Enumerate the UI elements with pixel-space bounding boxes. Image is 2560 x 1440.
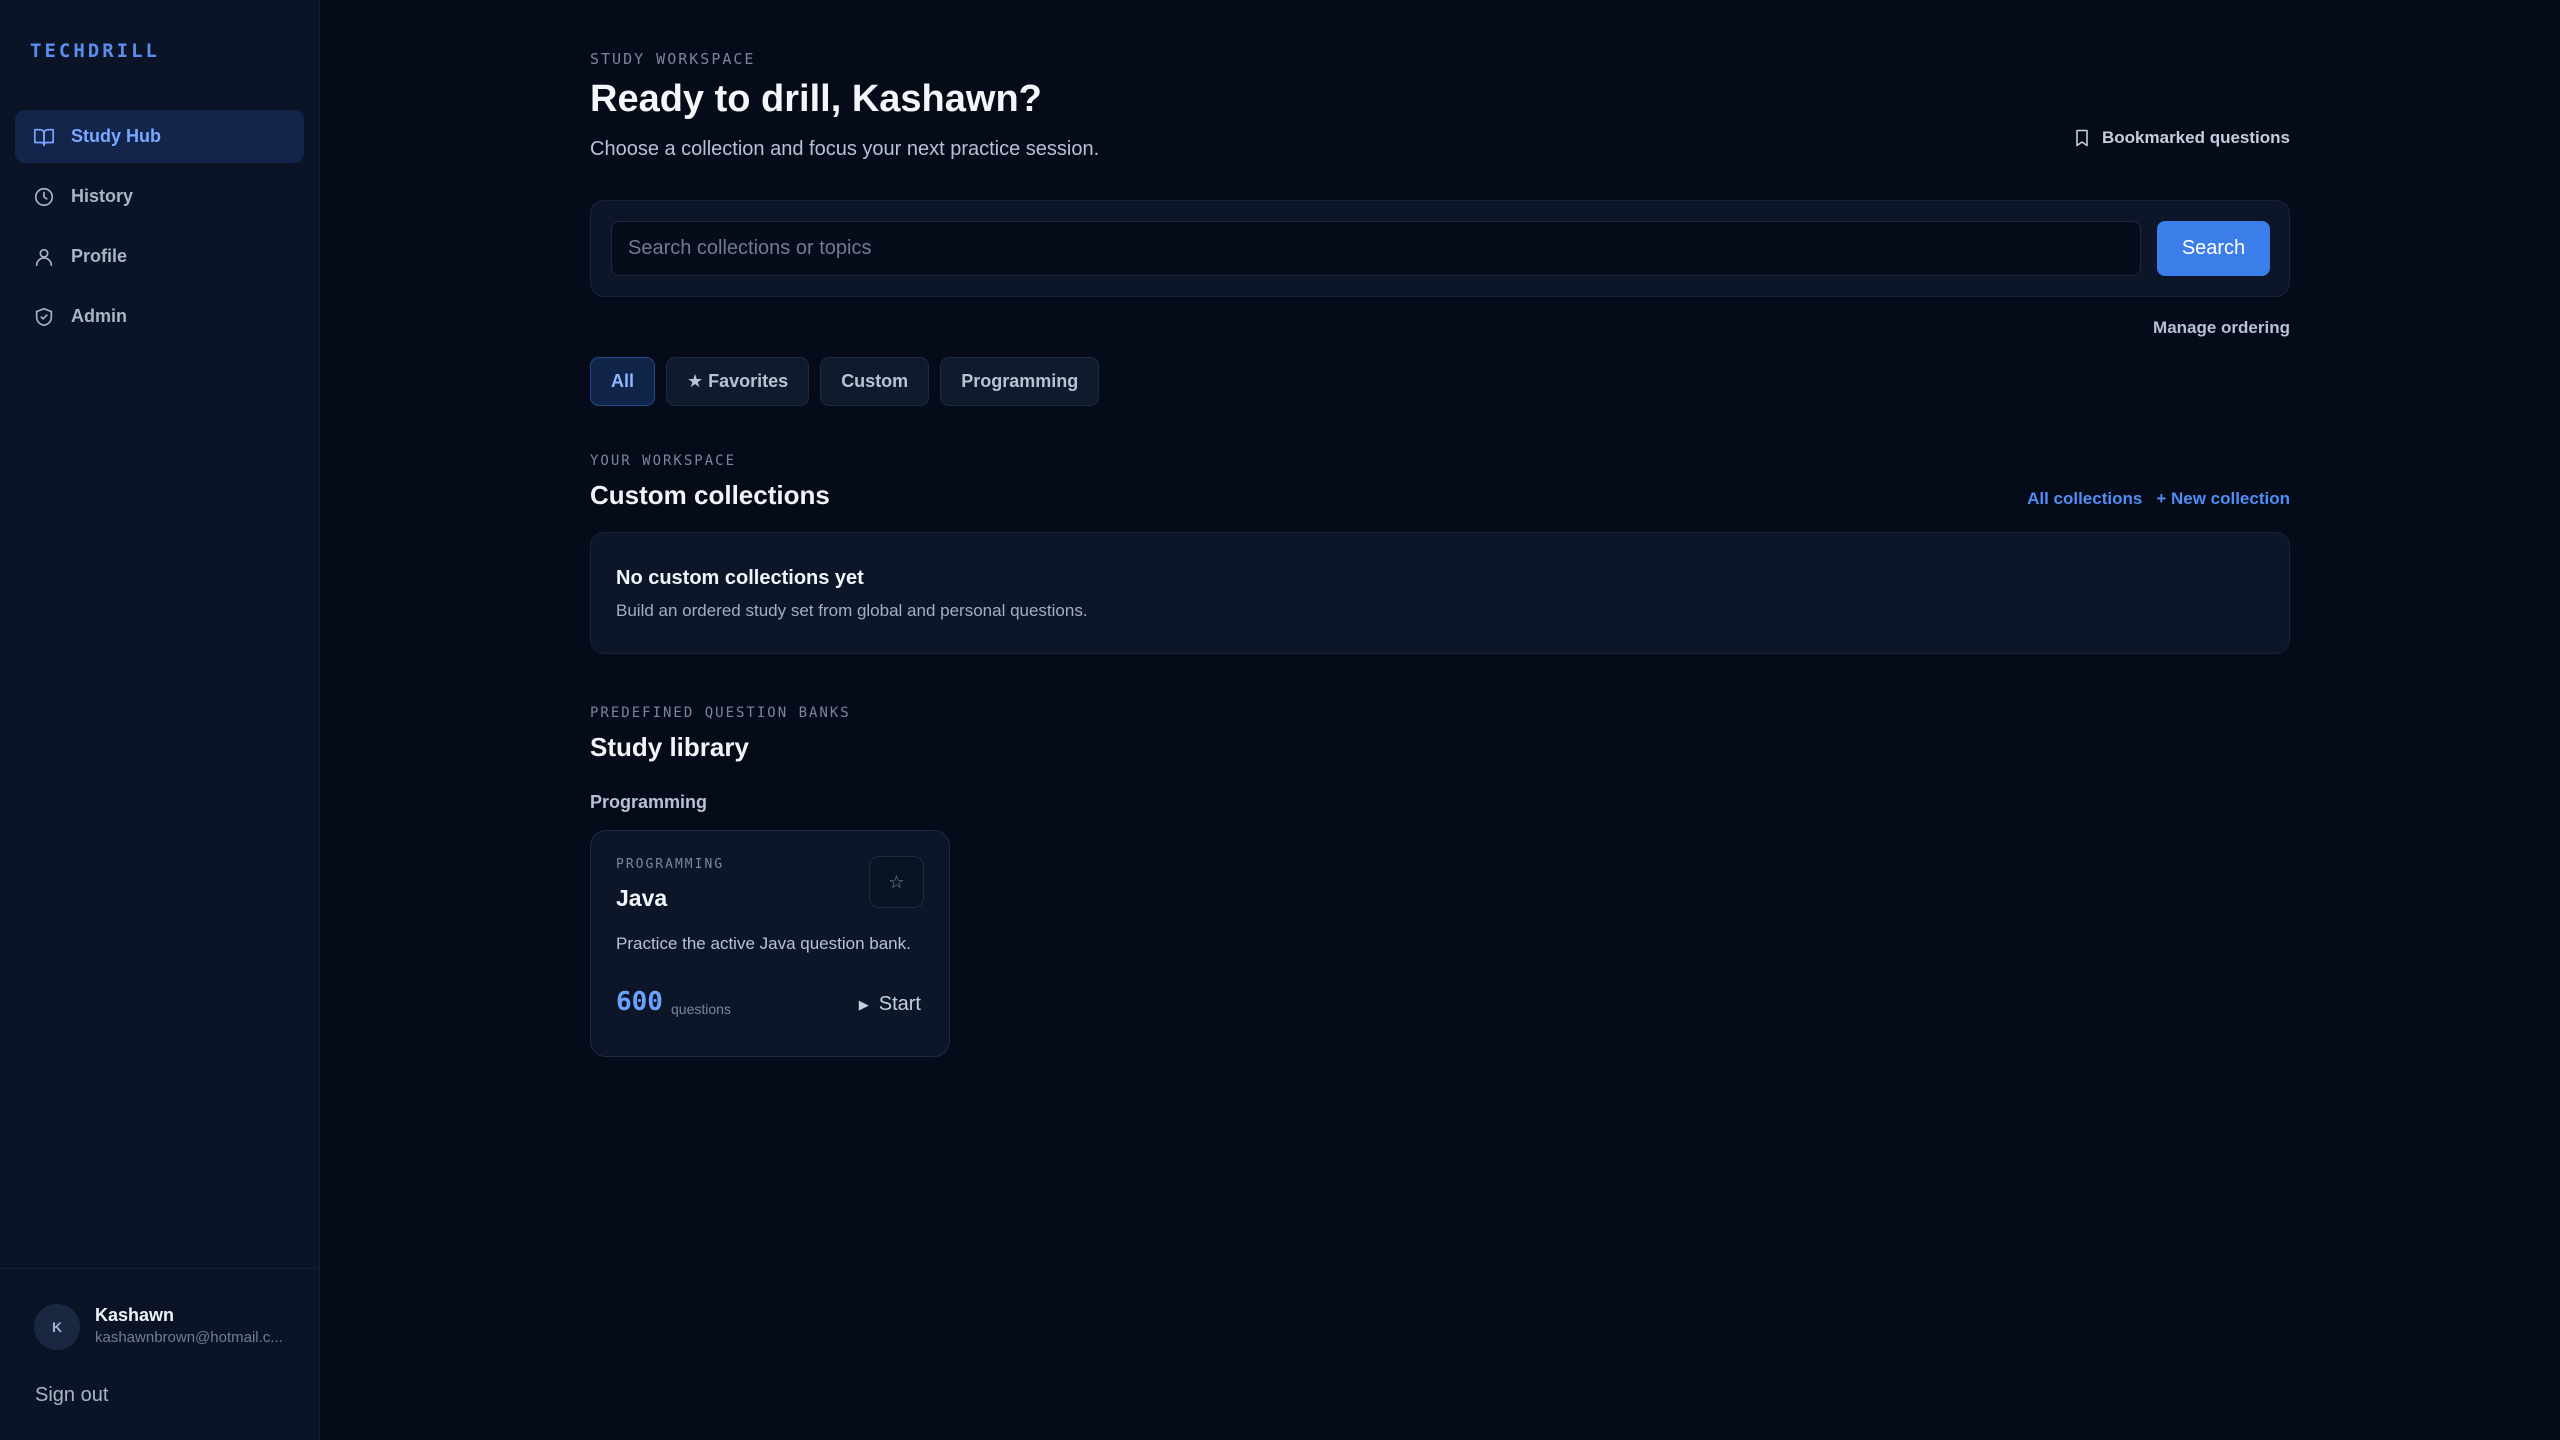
all-collections-link[interactable]: All collections — [2027, 489, 2142, 509]
play-icon: ▶ — [858, 996, 869, 1012]
sidebar-item-admin[interactable]: Admin — [15, 290, 304, 343]
avatar: K — [34, 1304, 80, 1350]
book-icon — [34, 128, 54, 146]
workspace-title: Custom collections — [590, 480, 830, 510]
library-title: Study library — [590, 732, 749, 762]
sidebar-item-profile[interactable]: Profile — [15, 230, 304, 283]
page-eyebrow: STUDY WORKSPACE — [590, 50, 756, 68]
bank-description: Practice the active Java question bank. — [616, 934, 911, 953]
question-count: 600 — [616, 987, 663, 1017]
main-content: STUDY WORKSPACE Ready to drill, Kashawn?… — [590, 0, 2290, 1440]
sidebar-item-label: Admin — [71, 306, 127, 326]
sign-out-button[interactable]: Sign out — [35, 1384, 108, 1407]
empty-title: No custom collections yet — [616, 567, 864, 589]
question-bank-card[interactable]: PROGRAMMING Java ☆ Practice the active J… — [590, 830, 950, 1057]
library-group-label: Programming — [590, 792, 708, 812]
manage-ordering-link[interactable]: Manage ordering — [2153, 318, 2290, 338]
empty-description: Build an ordered study set from global a… — [616, 601, 1088, 620]
search-panel: Search — [590, 200, 2290, 297]
sidebar-item-label: Profile — [71, 246, 128, 266]
bookmarked-label: Bookmarked questions — [2102, 128, 2290, 147]
page-subtitle: Choose a collection and focus your next … — [590, 138, 1100, 160]
search-input[interactable] — [611, 221, 2141, 276]
shield-icon — [35, 307, 53, 326]
search-button[interactable]: Search — [2157, 221, 2270, 276]
workspace-eyebrow: YOUR WORKSPACE — [590, 453, 737, 469]
bank-name: Java — [616, 885, 668, 911]
sidebar-item-label: Study Hub — [71, 126, 161, 146]
workspace-actions: All collections + New collection — [2013, 489, 2290, 509]
filter-programming[interactable]: Programming — [940, 357, 1100, 406]
sidebar-nav: Study Hub History Profile Admin — [15, 110, 304, 350]
filter-favorites[interactable]: ★ Favorites — [666, 357, 810, 406]
sidebar: TECHDRILL Study Hub History Profile Admi… — [0, 0, 320, 1440]
sidebar-footer: K Kashawn kashawnbrown@hotmail.c... Sign… — [0, 1268, 320, 1440]
start-label: Start — [878, 993, 921, 1015]
clock-icon — [34, 187, 54, 206]
filter-tabs: All ★ Favorites Custom Programming — [590, 357, 1110, 406]
sidebar-item-study-hub[interactable]: Study Hub — [15, 110, 304, 163]
bank-category: PROGRAMMING — [616, 857, 725, 872]
user-icon — [35, 248, 53, 266]
sidebar-item-label: History — [71, 186, 134, 206]
bookmarked-questions-link[interactable]: Bookmarked questions — [2074, 128, 2290, 148]
filter-custom[interactable]: Custom — [820, 357, 930, 406]
start-button[interactable]: ▶ Start — [859, 993, 921, 1016]
bookmark-icon — [2076, 129, 2088, 147]
question-count-label: questions — [671, 1001, 731, 1017]
library-eyebrow: PREDEFINED QUESTION BANKS — [590, 705, 851, 721]
new-collection-button[interactable]: + New collection — [2156, 489, 2290, 509]
brand-logo: TECHDRILL — [30, 40, 160, 62]
page-title: Ready to drill, Kashawn? — [590, 78, 1042, 120]
favorite-button[interactable]: ☆ — [869, 856, 924, 908]
star-icon: ☆ — [888, 871, 905, 892]
user-email: kashawnbrown@hotmail.c... — [95, 1329, 283, 1346]
sidebar-item-history[interactable]: History — [15, 170, 304, 223]
user-name: Kashawn — [95, 1305, 175, 1325]
filter-all[interactable]: All — [590, 357, 656, 406]
empty-collections-card: No custom collections yet Build an order… — [590, 532, 2290, 654]
